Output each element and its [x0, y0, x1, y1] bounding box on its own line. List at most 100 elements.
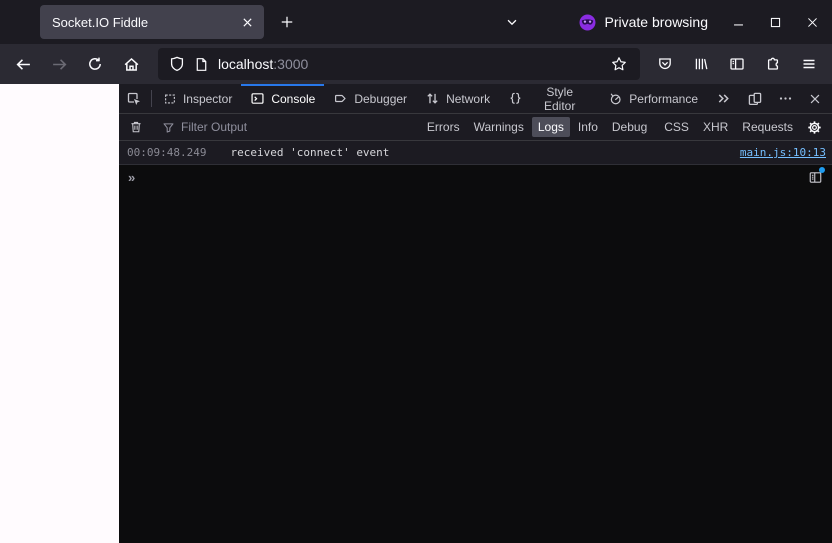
console-log-row[interactable]: 00:09:48.249 received 'connect' event ma… — [119, 141, 832, 165]
tab-console[interactable]: Console — [241, 84, 325, 113]
style-editor-icon — [510, 92, 521, 104]
log-message: received 'connect' event — [230, 146, 390, 159]
new-tab-icon — [281, 16, 293, 28]
responsive-mode-button[interactable] — [740, 91, 770, 107]
filter-output-field[interactable] — [155, 120, 421, 134]
forward-button[interactable] — [42, 48, 76, 80]
notification-dot — [819, 167, 825, 173]
filter-logs-button[interactable]: Logs — [531, 117, 570, 137]
private-browsing-badge: Private browsing — [579, 14, 709, 31]
close-icon — [807, 17, 817, 27]
titlebar: Socket.IO Fiddle Private browsing — [0, 0, 832, 44]
minimize-button[interactable] — [724, 8, 752, 36]
devtools-toolbar-right — [740, 84, 832, 113]
page-content[interactable] — [0, 84, 119, 543]
pocket-button[interactable] — [648, 48, 682, 80]
content-area: Inspector Console Debugger Network Style… — [0, 84, 832, 543]
filter-errors-button[interactable]: Errors — [421, 117, 466, 137]
tab-title: Socket.IO Fiddle — [52, 14, 149, 30]
console-icon — [251, 93, 264, 104]
maximize-button[interactable] — [761, 8, 789, 36]
page-icon — [196, 57, 207, 71]
filter-requests-button[interactable]: Requests — [736, 117, 799, 137]
back-button[interactable] — [6, 48, 40, 80]
minimize-icon — [733, 23, 743, 25]
url-text: localhost:3000 — [218, 56, 597, 72]
home-button[interactable] — [114, 48, 148, 80]
extensions-button[interactable] — [756, 48, 790, 80]
performance-icon — [611, 93, 621, 105]
menu-icon — [803, 59, 815, 69]
tab-debugger[interactable]: Debugger — [324, 84, 416, 113]
pocket-icon — [659, 58, 671, 70]
log-timestamp: 00:09:48.249 — [127, 146, 207, 159]
inspector-icon — [165, 93, 175, 104]
console-input-row[interactable]: » — [119, 165, 832, 189]
browser-window: Socket.IO Fiddle Private browsing localh… — [0, 0, 832, 543]
debugger-icon — [335, 94, 346, 103]
pick-element-button[interactable] — [119, 84, 149, 113]
url-port: :3000 — [273, 56, 309, 72]
extensions-icon — [767, 57, 779, 70]
tab-list-chevron-icon — [507, 19, 516, 26]
filter-warnings-button[interactable]: Warnings — [468, 117, 530, 137]
clear-console-button[interactable] — [122, 115, 150, 139]
filter-info-button[interactable]: Info — [572, 117, 604, 137]
library-icon — [695, 58, 708, 70]
devtools-close-button[interactable] — [800, 92, 830, 106]
tab-inspector[interactable]: Inspector — [154, 84, 241, 113]
tab-style-editor[interactable]: Style Editor — [499, 84, 599, 113]
filter-css-button[interactable]: CSS — [658, 117, 695, 137]
library-button[interactable] — [684, 48, 718, 80]
console-prompt: » — [128, 169, 136, 185]
reload-button[interactable] — [78, 48, 112, 80]
filter-xhr-button[interactable]: XHR — [697, 117, 734, 137]
more-tabs-button[interactable] — [707, 84, 740, 113]
console-sidebar-toggle-button[interactable] — [805, 167, 825, 187]
close-button[interactable] — [798, 8, 826, 36]
star-icon — [612, 57, 626, 71]
browser-tab[interactable]: Socket.IO Fiddle — [40, 5, 264, 39]
log-source-link[interactable]: main.js:10:13 — [740, 146, 826, 159]
console-empty-area[interactable] — [119, 189, 832, 543]
sidebar-button[interactable] — [720, 48, 754, 80]
meatball-menu-icon — [779, 97, 791, 100]
tab-performance[interactable]: Performance — [599, 84, 707, 113]
forward-icon — [52, 58, 66, 70]
reload-icon — [89, 57, 101, 70]
gear-icon — [807, 120, 821, 134]
tab-list-button[interactable] — [497, 7, 527, 37]
navigation-bar: localhost:3000 — [0, 44, 832, 84]
tab-network[interactable]: Network — [416, 84, 499, 113]
devtools-panel: Inspector Console Debugger Network Style… — [119, 84, 832, 543]
private-mask-icon — [579, 14, 595, 30]
pick-element-icon — [127, 92, 140, 105]
devtools-close-icon — [810, 94, 820, 103]
toolbar-separator — [150, 90, 152, 107]
new-tab-button[interactable] — [272, 7, 302, 37]
log-level-filters: Errors Warnings Logs Info Debug — [421, 117, 653, 137]
shield-icon — [170, 56, 184, 72]
maximize-icon — [770, 17, 780, 27]
url-bar[interactable]: localhost:3000 — [158, 48, 640, 80]
trash-icon — [131, 121, 141, 133]
filter-output-input[interactable] — [181, 120, 421, 134]
filter-debug-button[interactable]: Debug — [606, 117, 653, 137]
console-settings-button[interactable] — [799, 115, 829, 140]
sidebar-icon — [730, 58, 744, 70]
responsive-mode-icon — [748, 92, 762, 105]
category-filters: CSS XHR Requests — [658, 117, 799, 137]
tab-close-icon[interactable] — [236, 11, 258, 33]
bookmark-star-button[interactable] — [606, 51, 632, 77]
window-controls — [724, 8, 826, 36]
url-host: localhost — [218, 56, 274, 72]
private-browsing-label: Private browsing — [604, 14, 709, 30]
devtools-tabbar: Inspector Console Debugger Network Style… — [119, 84, 832, 114]
menu-button[interactable] — [792, 48, 826, 80]
filter-funnel-icon — [163, 122, 174, 133]
more-tabs-icon — [718, 94, 729, 103]
console-filter-bar: Errors Warnings Logs Info Debug CSS XHR … — [119, 114, 832, 141]
devtools-meatball-menu-button[interactable] — [770, 91, 800, 106]
network-icon — [427, 93, 438, 104]
back-icon — [16, 58, 30, 70]
